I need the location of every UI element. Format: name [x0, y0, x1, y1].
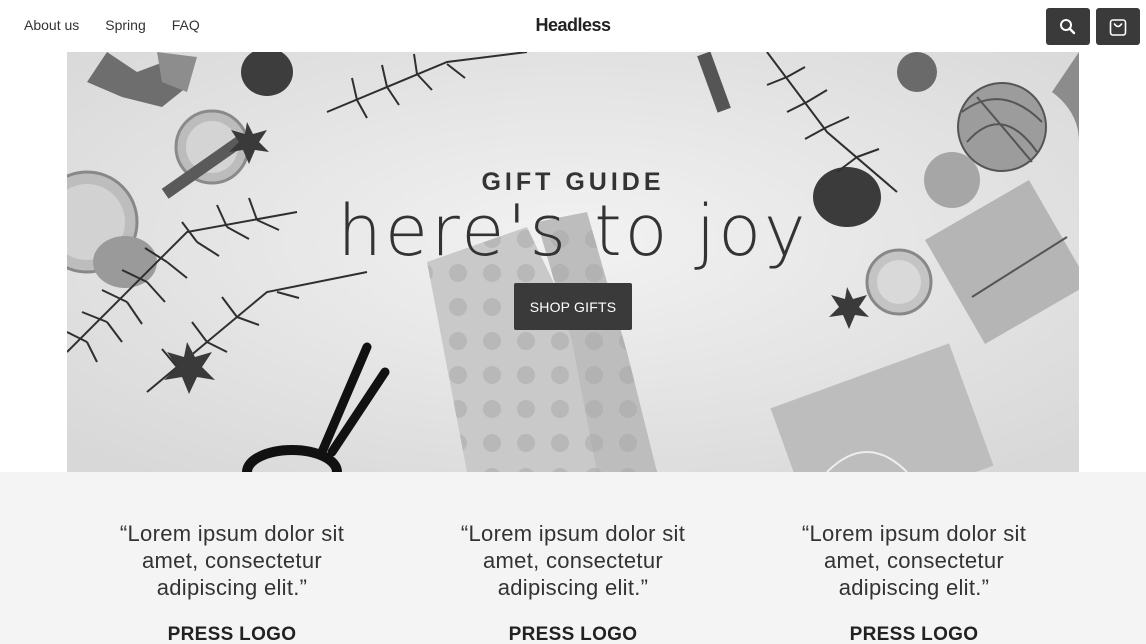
press-item: “Lorem ipsum dolor sit amet, consectetur…: [784, 520, 1044, 644]
search-button[interactable]: [1046, 8, 1090, 45]
press-logo: PRESS LOGO: [167, 624, 297, 644]
cart-button[interactable]: [1096, 8, 1140, 45]
press-section: “Lorem ipsum dolor sit amet, consectetur…: [0, 472, 1146, 644]
press-item: “Lorem ipsum dolor sit amet, consectetur…: [443, 520, 703, 644]
hero-headline: here's to joy: [337, 190, 809, 272]
press-quote: “Lorem ipsum dolor sit amet, consectetur…: [460, 521, 686, 600]
press-quote: “Lorem ipsum dolor sit amet, consectetur…: [119, 521, 345, 600]
site-header: About us Spring FAQ Headless: [0, 0, 1146, 52]
hero-banner: GIFT GUIDE here's to joy SHOP GIFTS: [67, 52, 1079, 472]
press-item: “Lorem ipsum dolor sit amet, consectetur…: [102, 520, 362, 644]
shop-gifts-button[interactable]: SHOP GIFTS: [514, 283, 632, 330]
press-quote: “Lorem ipsum dolor sit amet, consectetur…: [801, 521, 1027, 600]
press-logo: PRESS LOGO: [508, 624, 638, 644]
search-icon: [1060, 18, 1076, 34]
brand-logo[interactable]: Headless: [0, 15, 1146, 36]
press-logo: PRESS LOGO: [849, 624, 979, 644]
shopping-bag-icon: [1109, 18, 1127, 36]
